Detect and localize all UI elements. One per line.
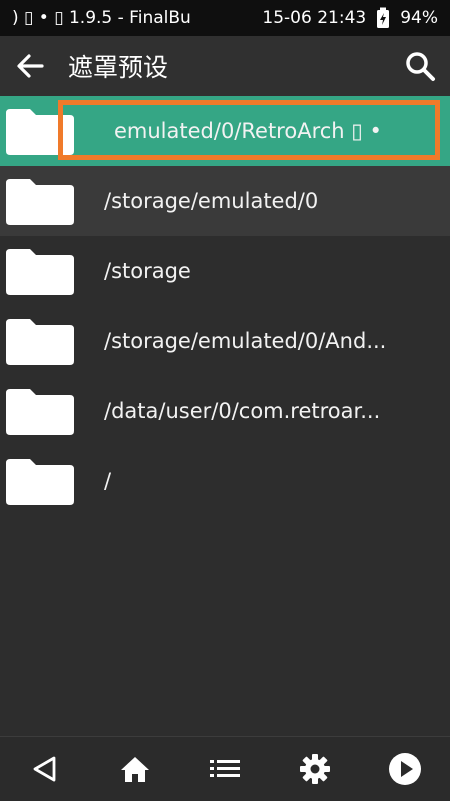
status-left-text: ) ▯ • ▯ 1.9.5 - FinalBu — [12, 8, 191, 28]
folder-icon — [6, 459, 74, 505]
list-item[interactable]: /storage — [0, 236, 450, 306]
gear-icon — [300, 754, 330, 784]
folder-icon — [6, 249, 74, 295]
home-icon — [121, 757, 149, 782]
list-item-label: / — [104, 469, 112, 493]
list-item[interactable]: /storage/emulated/0 — [0, 166, 450, 236]
arrow-left-icon — [17, 54, 44, 78]
list-item-label: /storage/emulated/0 — [104, 189, 319, 213]
list-item-label: /storage — [104, 259, 191, 283]
list-item-label: emulated/0/RetroArch ▯ • — [114, 119, 382, 143]
list-item[interactable]: emulated/0/RetroArch ▯ • — [0, 96, 450, 166]
list-icon — [210, 760, 240, 777]
play-icon — [389, 753, 421, 785]
list-item[interactable]: / — [0, 446, 450, 516]
list-item[interactable]: /storage/emulated/0/And... — [0, 306, 450, 376]
app-bar: 遮罩预设 — [0, 36, 450, 96]
folder-icon — [6, 319, 74, 365]
nav-back-button[interactable] — [15, 739, 75, 799]
nav-list-button[interactable] — [195, 739, 255, 799]
status-right: 15-06 21:43 94% — [262, 7, 438, 29]
nav-settings-button[interactable] — [285, 739, 345, 799]
folder-icon — [6, 389, 74, 435]
list-item-label: /storage/emulated/0/And... — [104, 329, 387, 353]
directory-list: emulated/0/RetroArch ▯ • /storage/emulat… — [0, 96, 450, 736]
status-battery-percent: 94% — [400, 8, 438, 28]
status-datetime: 15-06 21:43 — [262, 8, 367, 28]
back-triangle-icon — [33, 756, 56, 782]
page-title: 遮罩预设 — [68, 53, 169, 82]
nav-run-button[interactable] — [375, 739, 435, 799]
nav-home-button[interactable] — [105, 739, 165, 799]
bottom-nav — [0, 736, 450, 801]
list-item-label: /data/user/0/com.retroar... — [104, 399, 381, 423]
folder-icon — [6, 179, 74, 225]
folder-icon — [6, 109, 74, 155]
search-icon — [406, 52, 435, 81]
battery-charging-icon — [377, 7, 390, 28]
search-button[interactable] — [390, 36, 450, 96]
status-bar: ) ▯ • ▯ 1.9.5 - FinalBu 15-06 21:43 94% — [0, 0, 450, 36]
back-button[interactable] — [0, 36, 60, 96]
list-item[interactable]: /data/user/0/com.retroar... — [0, 376, 450, 446]
